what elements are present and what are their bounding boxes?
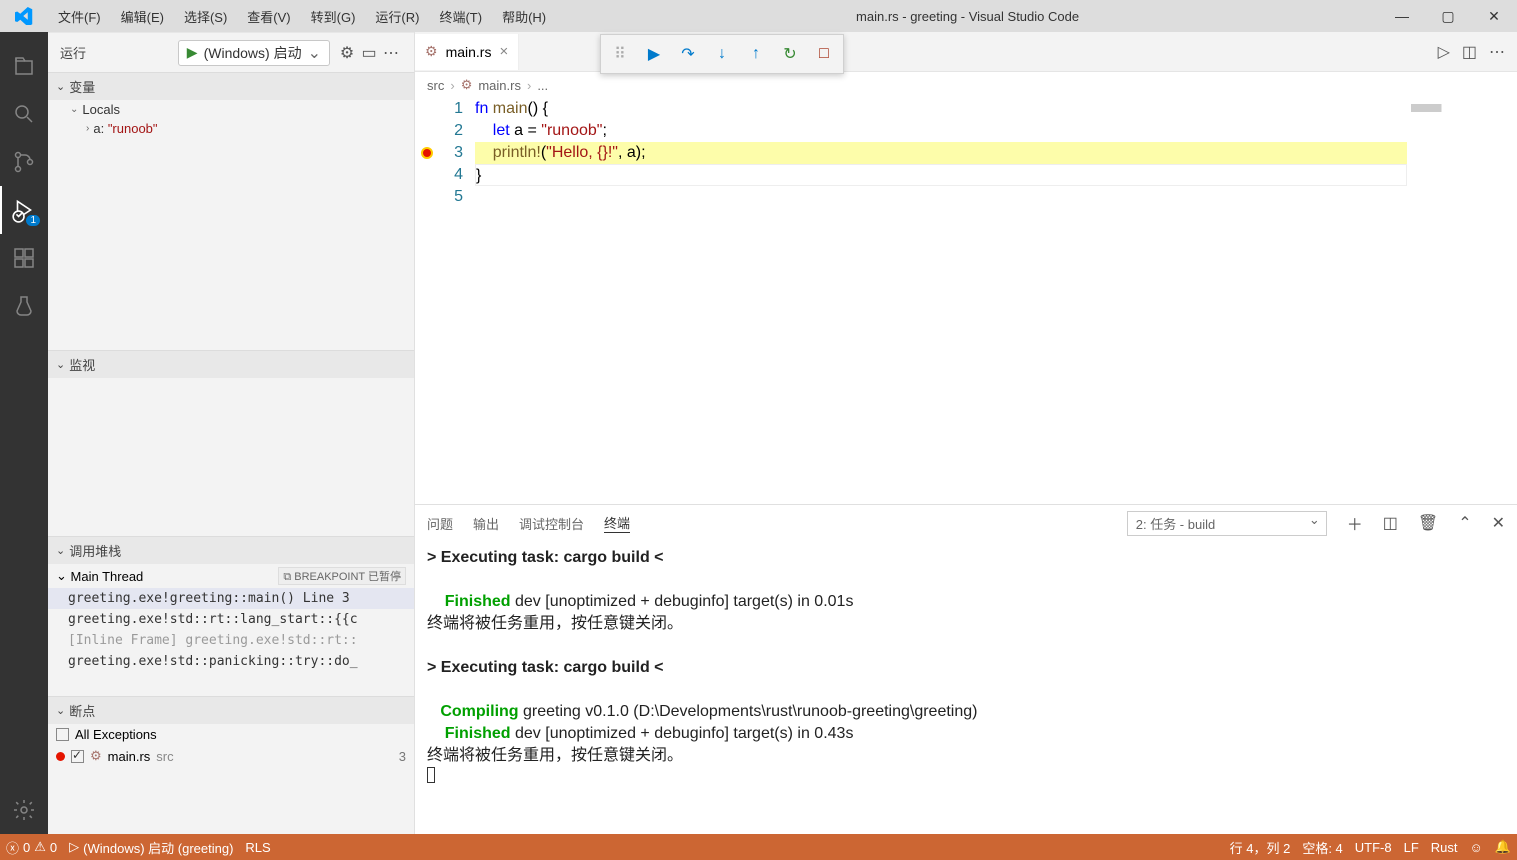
breadcrumb[interactable]: src › ⚙ main.rs › ... (415, 72, 1517, 98)
paused-tag: ⧉ BREAKPOINT 已暂停 (278, 567, 406, 585)
search-icon[interactable] (0, 90, 48, 138)
stack-frame[interactable]: [Inline Frame] greeting.exe!std::rt:: (48, 630, 414, 651)
terminal-select[interactable]: 2: 任务 - build (1127, 511, 1327, 536)
step-out-button[interactable]: ↑ (741, 39, 771, 69)
breakpoint-row[interactable]: ⚙ main.rs src 3 (48, 745, 414, 767)
debug-toolbar[interactable]: ⠿ ▶ ↷ ↓ ↑ ↻ □ (600, 34, 844, 74)
code-editor[interactable]: 1 2 3 4 5 fn main() { let a = "runoob"; … (415, 98, 1517, 504)
window-maximize[interactable]: ▢ (1425, 8, 1471, 25)
status-debug-config[interactable]: ▷ (Windows) 启动 (greeting) (69, 838, 233, 857)
debug-badge: 1 (26, 215, 40, 226)
close-panel-icon[interactable]: ✕ (1492, 513, 1505, 533)
stack-frame[interactable]: greeting.exe!std::panicking::try::do_ (48, 651, 414, 672)
maximize-panel-icon[interactable]: ⌃ (1458, 513, 1471, 533)
status-spaces[interactable]: 空格: 4 (1302, 838, 1342, 857)
status-eol[interactable]: LF (1404, 840, 1419, 855)
new-terminal-icon[interactable]: ＋ (1347, 511, 1363, 535)
menu-view[interactable]: 查看(V) (237, 7, 300, 26)
step-into-button[interactable]: ↓ (707, 39, 737, 69)
code-lines: fn main() { let a = "runoob"; println!("… (475, 98, 1407, 504)
trash-icon[interactable]: 🗑 (1418, 513, 1438, 533)
window-minimize[interactable]: — (1379, 8, 1425, 24)
breakpoint-all-exceptions[interactable]: All Exceptions (48, 724, 414, 745)
status-feedback-icon[interactable]: ☺ (1470, 840, 1483, 855)
source-control-icon[interactable] (0, 138, 48, 186)
continue-button[interactable]: ▶ (639, 39, 669, 69)
menu-help[interactable]: 帮助(H) (492, 7, 556, 26)
gutter: 1 2 3 4 5 (415, 98, 475, 504)
panel-tab-output[interactable]: 输出 (473, 514, 499, 533)
menu-edit[interactable]: 编辑(E) (111, 7, 174, 26)
run-label: 运行 (60, 43, 178, 62)
status-bell-icon[interactable]: 🔔 (1495, 839, 1511, 855)
explorer-icon[interactable] (0, 42, 48, 90)
locals-header[interactable]: ⌄Locals (48, 100, 414, 119)
extensions-icon[interactable] (0, 234, 48, 282)
variable-row[interactable]: › a: "runoob" (48, 119, 414, 138)
menu-file[interactable]: 文件(F) (48, 7, 111, 26)
checkbox[interactable] (71, 750, 84, 763)
run-debug-icon[interactable]: 1 (0, 186, 48, 234)
menu-run[interactable]: 运行(R) (365, 7, 429, 26)
chevron-down-icon: ⌄ (308, 43, 321, 63)
tab-main-rs[interactable]: ⚙ main.rs × (415, 34, 519, 70)
run-config-select[interactable]: ▶ (Windows) 启动 ⌄ (178, 40, 330, 66)
title-bar: 文件(F) 编辑(E) 选择(S) 查看(V) 转到(G) 运行(R) 终端(T… (0, 0, 1517, 32)
run-config-text: (Windows) 启动 (204, 43, 302, 63)
activity-bar: 1 (0, 32, 48, 834)
window-close[interactable]: ✕ (1471, 8, 1517, 25)
thread-row[interactable]: ⌄ Main Thread ⧉ BREAKPOINT 已暂停 (48, 564, 414, 588)
callstack-section[interactable]: ⌄调用堆栈 (48, 536, 414, 564)
vscode-logo-icon (0, 7, 48, 25)
breakpoints-section[interactable]: ⌄断点 (48, 696, 414, 724)
more-icon[interactable]: ⋯ (380, 43, 402, 63)
menu-goto[interactable]: 转到(G) (301, 7, 366, 26)
bottom-panel: 问题 输出 调试控制台 终端 2: 任务 - build ＋ ◫ 🗑 ⌃ ✕ >… (415, 504, 1517, 834)
terminal-cursor (427, 767, 435, 783)
status-rls[interactable]: RLS (245, 840, 270, 855)
terminal[interactable]: > Executing task: cargo build < Finished… (415, 541, 1517, 834)
window-title: main.rs - greeting - Visual Studio Code (556, 9, 1379, 24)
stop-button[interactable]: □ (809, 39, 839, 69)
menu-select[interactable]: 选择(S) (174, 7, 237, 26)
stack-frame[interactable]: greeting.exe!greeting::main() Line 3 (48, 588, 414, 609)
checkbox[interactable] (56, 728, 69, 741)
close-tab-icon[interactable]: × (499, 43, 508, 60)
tabs-bar: ⚙ main.rs × ⠿ ▶ ↷ ↓ ↑ ↻ □ ▷ ◫ ⋯ (415, 32, 1517, 72)
panel-tab-problems[interactable]: 问题 (427, 514, 453, 533)
play-icon: ▶ (187, 44, 198, 61)
status-lang[interactable]: Rust (1431, 840, 1458, 855)
editor-area: ⚙ main.rs × ⠿ ▶ ↷ ↓ ↑ ↻ □ ▷ ◫ ⋯ src › (415, 32, 1517, 834)
run-file-icon[interactable]: ▷ (1438, 42, 1450, 62)
panel-tab-terminal[interactable]: 终端 (604, 513, 630, 533)
open-console-icon[interactable]: ▭ (358, 43, 380, 63)
breakpoint-glyph-icon[interactable] (421, 147, 433, 159)
run-header: 运行 ▶ (Windows) 启动 ⌄ ⚙ ▭ ⋯ (48, 32, 414, 72)
rust-file-icon: ⚙ (425, 43, 438, 60)
variables-section[interactable]: ⌄变量 (48, 72, 414, 100)
watch-section[interactable]: ⌄监视 (48, 350, 414, 378)
status-bar: ⓧ 0 ⚠ 0 ▷ (Windows) 启动 (greeting) RLS 行 … (0, 834, 1517, 860)
step-over-button[interactable]: ↷ (673, 39, 703, 69)
status-errors[interactable]: ⓧ 0 ⚠ 0 (6, 838, 57, 857)
minimap[interactable] (1407, 98, 1517, 504)
more-actions-icon[interactable]: ⋯ (1489, 42, 1505, 62)
split-terminal-icon[interactable]: ◫ (1383, 513, 1398, 533)
menu-terminal[interactable]: 终端(T) (429, 7, 492, 26)
restart-button[interactable]: ↻ (775, 39, 805, 69)
panel-tabs: 问题 输出 调试控制台 终端 2: 任务 - build ＋ ◫ 🗑 ⌃ ✕ (415, 505, 1517, 541)
stack-frame[interactable]: greeting.exe!std::rt::lang_start::{{c (48, 609, 414, 630)
breakpoint-dot-icon (56, 752, 65, 761)
drag-handle-icon[interactable]: ⠿ (605, 39, 635, 69)
settings-gear-icon[interactable] (0, 786, 48, 834)
status-ln-col[interactable]: 行 4，列 2 (1230, 838, 1291, 857)
gear-icon[interactable]: ⚙ (336, 43, 358, 63)
run-side-panel: 运行 ▶ (Windows) 启动 ⌄ ⚙ ▭ ⋯ ⌄变量 ⌄Locals › … (48, 32, 415, 834)
split-editor-icon[interactable]: ◫ (1462, 42, 1477, 62)
testing-icon[interactable] (0, 282, 48, 330)
status-encoding[interactable]: UTF-8 (1355, 840, 1392, 855)
panel-tab-debug-console[interactable]: 调试控制台 (519, 514, 584, 533)
